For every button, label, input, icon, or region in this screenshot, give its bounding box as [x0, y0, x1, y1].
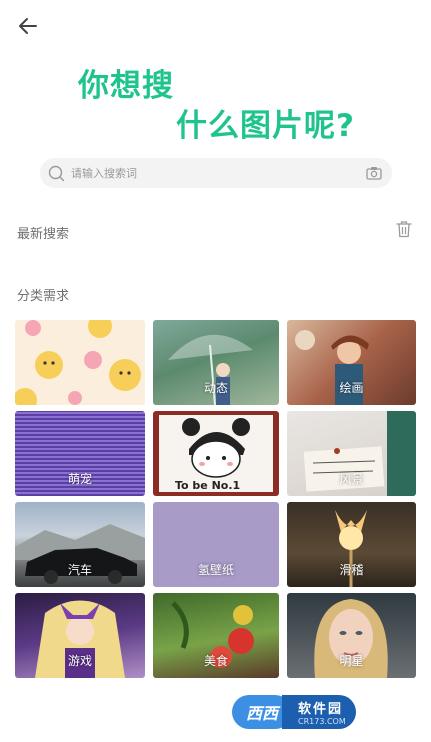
category-tile-wallpaper[interactable]: 氢壁纸	[153, 502, 279, 587]
category-label: 绘画	[339, 381, 364, 395]
watermark-url: CR173.COM	[298, 717, 346, 726]
category-label: 明星	[339, 654, 364, 668]
category-tile-painting[interactable]: 绘画	[287, 320, 416, 405]
category-label: 美食	[203, 654, 228, 668]
category-label: 游戏	[67, 654, 92, 668]
category-tile-pets[interactable]: 萌宠	[15, 411, 145, 496]
camera-icon	[366, 167, 382, 180]
search-input[interactable]: 请输入搜索词	[71, 165, 366, 181]
category-label: 滑稽	[339, 563, 364, 577]
category-tile-funny[interactable]: 滑稽	[287, 502, 416, 587]
category-label: 动态	[203, 381, 228, 395]
search-bar[interactable]: 请输入搜索词	[40, 158, 392, 188]
camera-button[interactable]	[366, 166, 382, 180]
clear-history-button[interactable]	[396, 220, 412, 242]
category-tile-cute-drawing[interactable]: To be No.1	[153, 411, 279, 496]
category-label: 萌宠	[67, 472, 92, 486]
category-tile-cars[interactable]: 汽车	[15, 502, 145, 587]
svg-text:To be No.1: To be No.1	[175, 479, 240, 492]
cartoon-bear-pattern-image	[15, 320, 141, 405]
category-tile-food[interactable]: 美食	[153, 593, 279, 678]
category-section-title: 分类需求	[17, 289, 70, 304]
arrow-left-icon	[19, 18, 37, 34]
category-label: 风景	[339, 472, 364, 486]
category-label: 汽车	[67, 563, 92, 577]
category-tile-dynamic[interactable]: 动态	[153, 320, 279, 405]
cartoon-girl-image: To be No.1	[153, 411, 279, 496]
hero-line-1: 你想搜	[78, 68, 174, 104]
watermark-logo: 西西 软件园 CR173.COM	[232, 692, 410, 732]
back-button[interactable]	[14, 12, 42, 40]
watermark-name: 软件园	[298, 702, 344, 717]
category-label: 氢壁纸	[197, 563, 234, 577]
category-tile-celebrities[interactable]: 明星	[287, 593, 416, 678]
hero-line-2: 什么图片呢?	[176, 108, 355, 144]
category-tile-cartoon-bears[interactable]	[15, 320, 145, 405]
category-tile-scenery[interactable]: 风景	[287, 411, 416, 496]
category-tile-games[interactable]: 游戏	[15, 593, 145, 678]
search-icon	[48, 165, 65, 181]
category-grid: 动态 绘画 萌宠 To be No.1 风景 汽车 氢壁纸 滑稽 游戏 美食 明…	[15, 320, 416, 680]
watermark-text: 软件园 CR173.COM	[282, 695, 356, 729]
trash-icon	[396, 221, 412, 238]
recent-search-title: 最新搜索	[17, 227, 70, 242]
